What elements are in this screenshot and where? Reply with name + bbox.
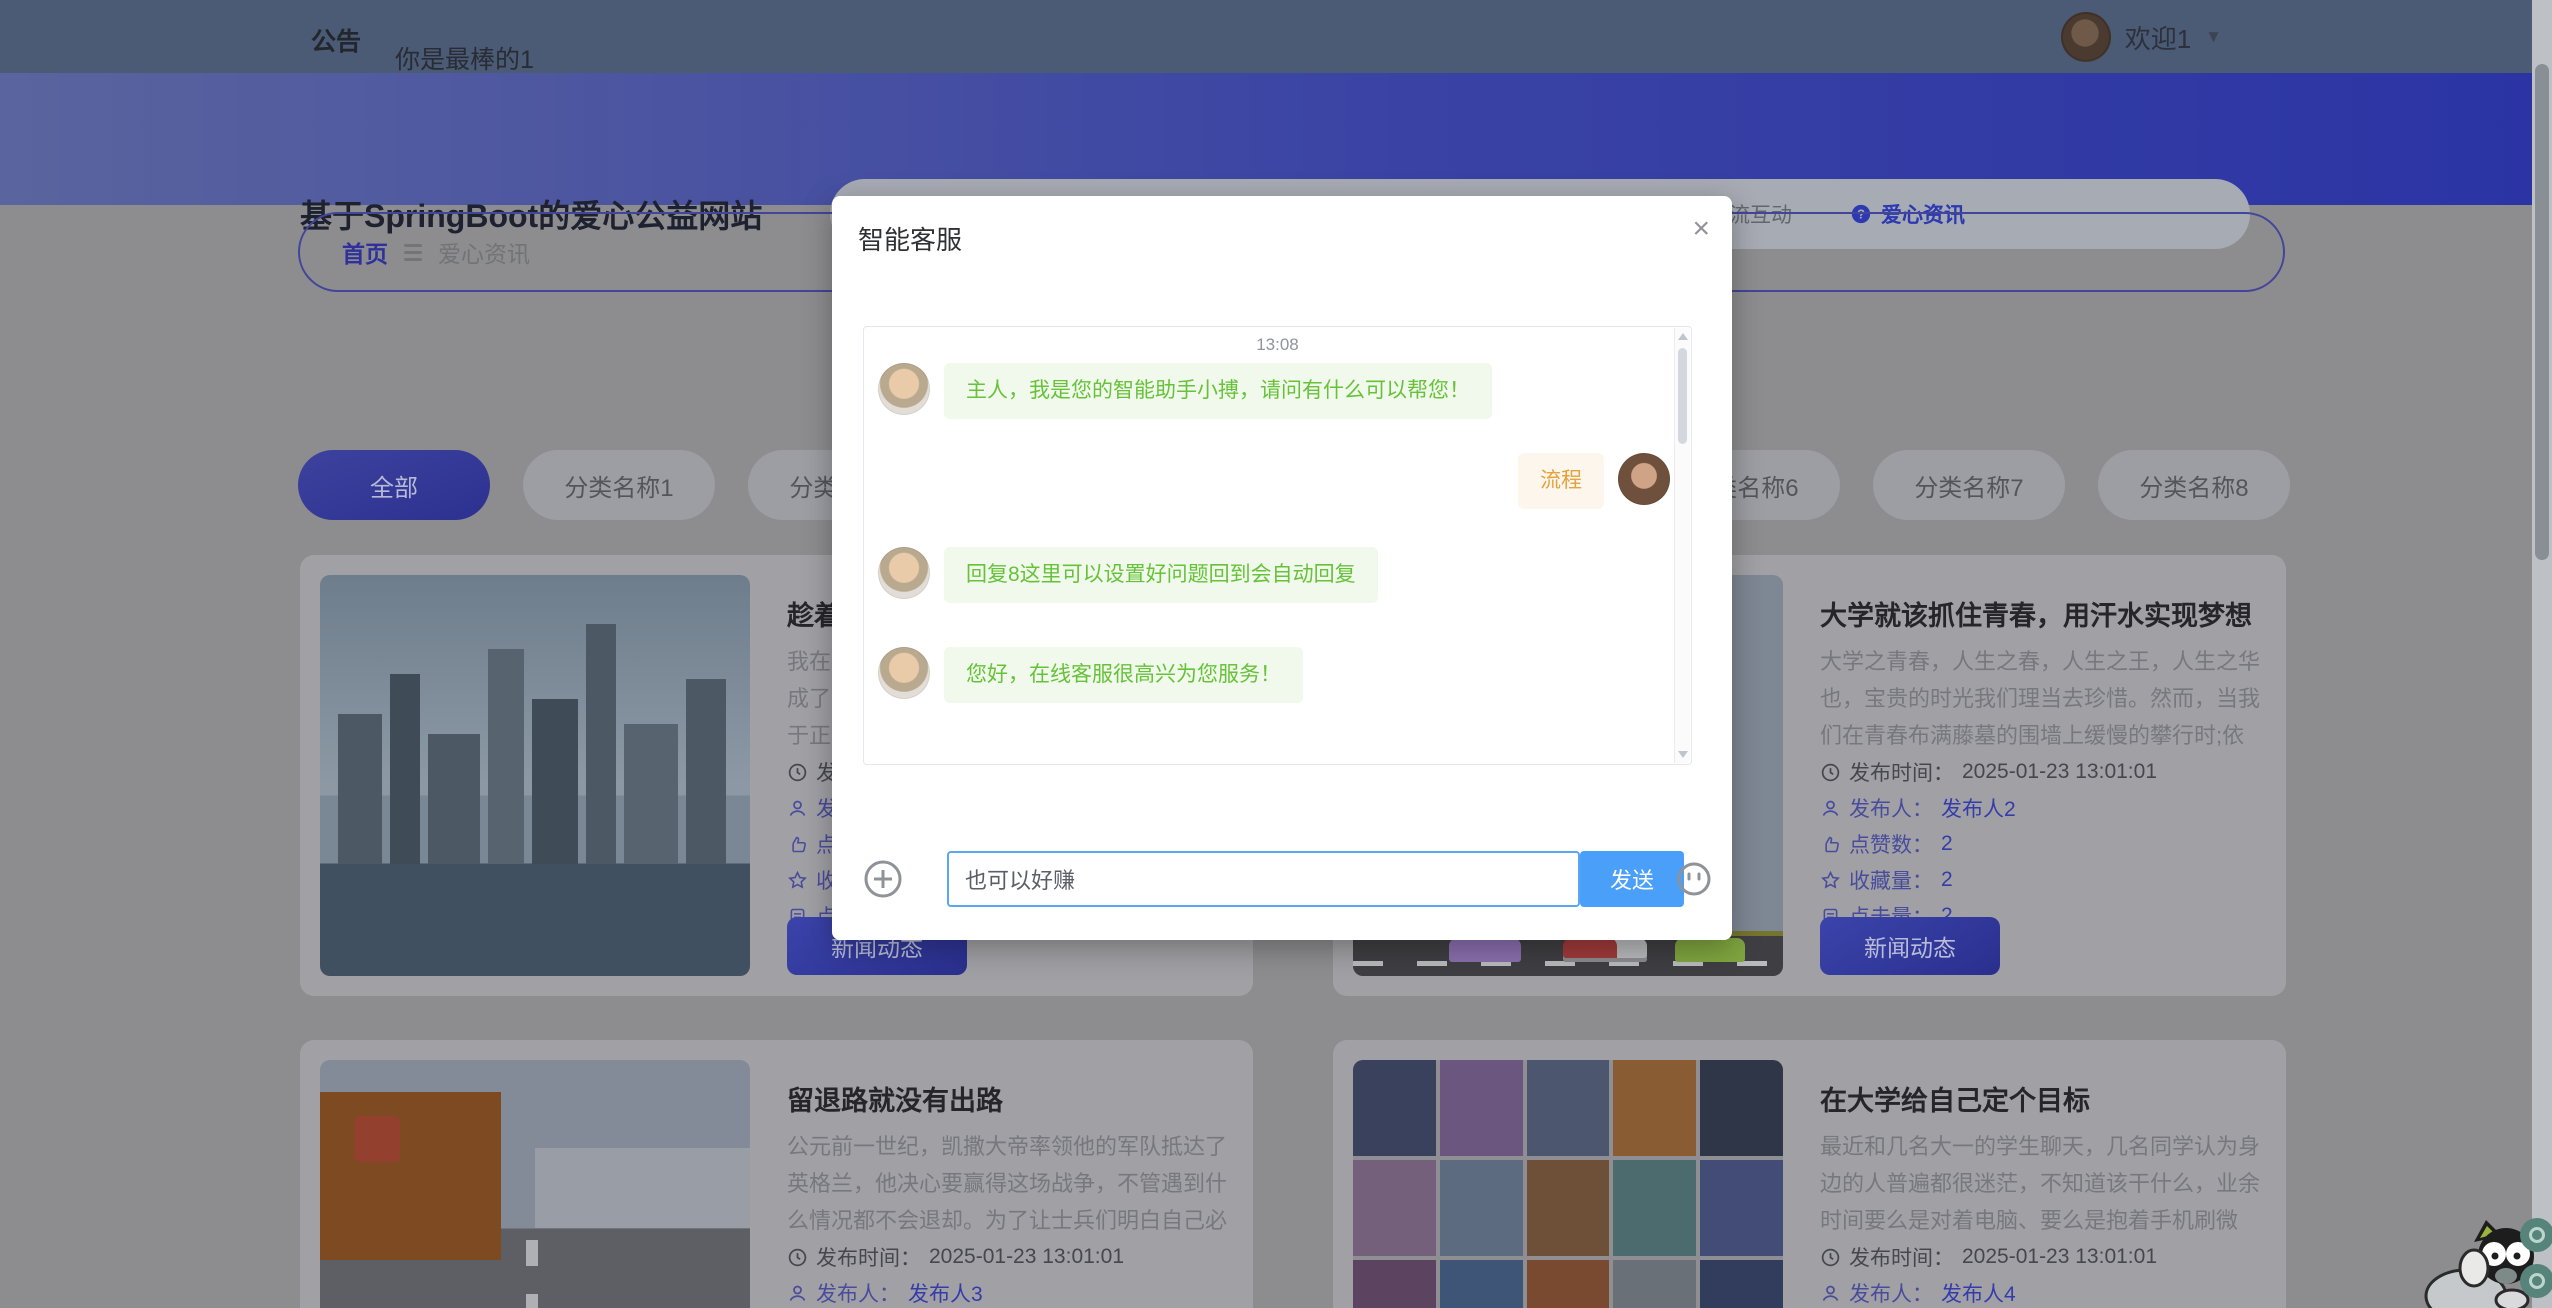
news-image-skyline bbox=[320, 575, 750, 976]
person-icon bbox=[1820, 798, 1841, 819]
news-excerpt: 大学之青春，人生之春，人生之王，人生之华也，宝贵的时光我们理当去珍惜。然而，当我… bbox=[1820, 643, 2275, 754]
publisher-value[interactable]: 发布人2 bbox=[1941, 793, 2016, 823]
scrollbar-thumb[interactable] bbox=[1678, 348, 1687, 444]
bot-bubble: 回复8这里可以设置好问题回到会自动回复 bbox=[944, 547, 1378, 603]
mascot-cat[interactable] bbox=[2422, 1204, 2542, 1308]
news-title[interactable]: 留退路就没有出路 bbox=[787, 1084, 1242, 1118]
bot-avatar bbox=[878, 647, 930, 699]
bot-avatar bbox=[878, 547, 930, 599]
likes-value: 2 bbox=[1941, 832, 1953, 856]
news-excerpt: 公元前一世纪，凯撒大帝率领他的军队抵达了英格兰，他决心要赢得这场战争，不管遇到什… bbox=[787, 1128, 1242, 1239]
bot-bubble: 主人，我是您的智能助手小搏，请问有什么可以帮您！ bbox=[944, 363, 1492, 419]
news-category-button[interactable]: 新闻动态 bbox=[1820, 917, 2000, 975]
publisher-row: 发布人： 发布人2 bbox=[1820, 790, 2275, 826]
chat-history: 13:08 主人，我是您的智能助手小搏，请问有什么可以帮您！ 流程 回复8这里可… bbox=[863, 326, 1692, 765]
header-band: 基于SpringBoot的爱心公益网站 首页 公益项目 志愿活动 交流互动 ? … bbox=[0, 73, 2552, 205]
publisher-value[interactable]: 发布人3 bbox=[908, 1278, 983, 1308]
user-menu[interactable]: 欢迎1 ▼ bbox=[2061, 12, 2222, 62]
news-card[interactable]: 在大学给自己定个目标 最近和几名大一的学生聊天，几名同学认为身边的人普遍都很迷茫… bbox=[1333, 1040, 2286, 1308]
tab-category-1[interactable]: 分类名称1 bbox=[523, 450, 715, 520]
chat-input-row: 发送 bbox=[863, 851, 1701, 907]
announcement-bar: 公告 你是最棒的1 欢迎1 ▼ bbox=[0, 0, 2552, 73]
thumb-up-icon bbox=[1820, 834, 1841, 855]
news-excerpt: 最近和几名大一的学生聊天，几名同学认为身边的人普遍都很迷茫，不知道该干什么，业余… bbox=[1820, 1128, 2275, 1239]
bot-bubble: 您好，在线客服很高兴为您服务！ bbox=[944, 647, 1303, 703]
close-icon[interactable]: × bbox=[1692, 214, 1710, 244]
send-button[interactable]: 发送 bbox=[1580, 851, 1684, 907]
scroll-down-arrow-icon[interactable] bbox=[1678, 751, 1688, 758]
news-image-collage bbox=[1353, 1060, 1783, 1308]
publish-time-label: 发布时间： bbox=[816, 1242, 921, 1272]
user-bubble: 流程 bbox=[1518, 453, 1604, 509]
publish-time-value: 2025-01-23 13:01:01 bbox=[1962, 760, 2157, 784]
news-image-street bbox=[320, 1060, 750, 1308]
tab-all[interactable]: 全部 bbox=[298, 450, 490, 520]
publish-time-label: 发布时间： bbox=[1849, 757, 1954, 787]
publisher-row: 发布人： 发布人4 bbox=[1820, 1275, 2275, 1308]
chevron-down-icon[interactable]: ▼ bbox=[2205, 27, 2222, 47]
chat-message-bot: 回复8这里可以设置好问题回到会自动回复 bbox=[878, 547, 1378, 603]
scroll-up-arrow-icon[interactable] bbox=[1678, 333, 1688, 340]
page: 公告 你是最棒的1 欢迎1 ▼ 基于SpringBoot的爱心公益网站 首页 公… bbox=[0, 0, 2552, 1308]
publish-time-label: 发布时间： bbox=[1849, 1242, 1954, 1272]
announcement-label: 公告 bbox=[311, 22, 361, 58]
news-title[interactable]: 在大学给自己定个目标 bbox=[1820, 1084, 2275, 1118]
news-title[interactable]: 大学就该抓住青春，用汗水实现梦想 bbox=[1820, 599, 2275, 633]
tab-category-8[interactable]: 分类名称8 bbox=[2098, 450, 2290, 520]
emoji-icon[interactable] bbox=[1676, 861, 1712, 897]
dialog-title: 智能客服 bbox=[858, 220, 962, 257]
widget-button[interactable] bbox=[2520, 1264, 2552, 1298]
publish-time-value: 2025-01-23 13:01:01 bbox=[929, 1245, 1124, 1269]
plus-icon[interactable] bbox=[863, 859, 903, 899]
chat-input[interactable] bbox=[947, 851, 1580, 907]
star-icon bbox=[1820, 870, 1841, 891]
announcement-marquee: 你是最棒的1 bbox=[395, 40, 534, 76]
thumb-up-icon bbox=[787, 834, 808, 855]
clock-icon bbox=[787, 762, 808, 783]
publisher-label: 发布人： bbox=[1849, 1278, 1933, 1308]
publisher-row: 发布人： 发布人3 bbox=[787, 1275, 1242, 1308]
chat-timestamp: 13:08 bbox=[864, 335, 1691, 355]
news-card[interactable]: 留退路就没有出路 公元前一世纪，凯撒大帝率领他的军队抵达了英格兰，他决心要赢得这… bbox=[300, 1040, 1253, 1308]
chat-message-user: 流程 bbox=[1518, 453, 1670, 509]
clock-icon bbox=[1820, 1247, 1841, 1268]
news-text-column: 大学就该抓住青春，用汗水实现梦想 大学之青春，人生之春，人生之王，人生之华也，宝… bbox=[1820, 575, 2275, 934]
user-avatar bbox=[1618, 453, 1670, 505]
star-icon bbox=[787, 870, 808, 891]
likes-row: 点赞数： 2 bbox=[1820, 826, 2275, 862]
chat-message-bot: 主人，我是您的智能助手小搏，请问有什么可以帮您！ bbox=[878, 363, 1492, 419]
publish-time-row: 发布时间： 2025-01-23 13:01:01 bbox=[1820, 1239, 2275, 1275]
tab-category-7[interactable]: 分类名称7 bbox=[1873, 450, 2065, 520]
favorites-row: 收藏量： 2 bbox=[1820, 862, 2275, 898]
publisher-label: 发布人： bbox=[1849, 793, 1933, 823]
chat-message-bot: 您好，在线客服很高兴为您服务！ bbox=[878, 647, 1303, 703]
person-icon bbox=[1820, 1283, 1841, 1304]
breadcrumb-home-link[interactable]: 首页 bbox=[342, 235, 388, 269]
welcome-text: 欢迎1 bbox=[2125, 19, 2191, 56]
person-icon bbox=[787, 1283, 808, 1304]
favorites-label: 收藏量： bbox=[1849, 865, 1933, 895]
widget-button[interactable] bbox=[2520, 1218, 2552, 1252]
news-text-column: 留退路就没有出路 公元前一世纪，凯撒大帝率领他的军队抵达了英格兰，他决心要赢得这… bbox=[787, 1060, 1242, 1308]
avatar[interactable] bbox=[2061, 12, 2111, 62]
breadcrumb-current: 爱心资讯 bbox=[438, 235, 530, 269]
person-icon bbox=[787, 798, 808, 819]
breadcrumb-separator-icon bbox=[404, 244, 422, 261]
news-text-column: 在大学给自己定个目标 最近和几名大一的学生聊天，几名同学认为身边的人普遍都很迷茫… bbox=[1820, 1060, 2275, 1308]
chat-scrollbar[interactable] bbox=[1674, 328, 1690, 763]
clock-icon bbox=[1820, 762, 1841, 783]
publish-time-value: 2025-01-23 13:01:01 bbox=[1962, 1245, 2157, 1269]
bot-avatar bbox=[878, 363, 930, 415]
page-scrollbar[interactable] bbox=[2532, 0, 2552, 1308]
clock-icon bbox=[787, 1247, 808, 1268]
publisher-value[interactable]: 发布人4 bbox=[1941, 1278, 2016, 1308]
customer-service-dialog: 智能客服 × 13:08 主人，我是您的智能助手小搏，请问有什么可以帮您！ 流程… bbox=[832, 196, 1732, 940]
publish-time-row: 发布时间： 2025-01-23 13:01:01 bbox=[1820, 754, 2275, 790]
page-scrollbar-thumb[interactable] bbox=[2535, 64, 2549, 560]
likes-label: 点赞数： bbox=[1849, 829, 1933, 859]
favorites-value: 2 bbox=[1941, 868, 1953, 892]
publish-time-row: 发布时间： 2025-01-23 13:01:01 bbox=[787, 1239, 1242, 1275]
publisher-label: 发布人： bbox=[816, 1278, 900, 1308]
